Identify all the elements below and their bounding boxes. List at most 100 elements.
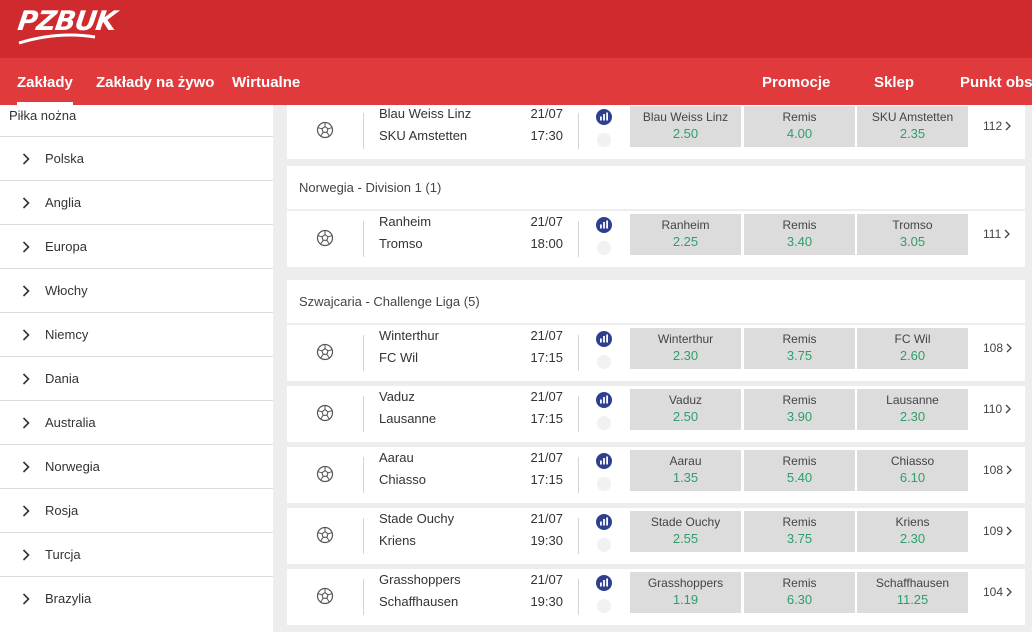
- nav-zaklady[interactable]: Zakłady: [17, 58, 73, 105]
- odd-button[interactable]: Remis 3.75: [744, 328, 855, 369]
- match-row[interactable]: Grasshoppers Schaffhausen 21/07 19:30 Grassh…: [287, 569, 1025, 625]
- nav-sklep[interactable]: Sklep: [874, 58, 914, 105]
- odd-button[interactable]: Winterthur 2.30: [630, 328, 741, 369]
- away-team[interactable]: Chiasso: [379, 472, 426, 487]
- odd-value: 6.30: [786, 592, 813, 607]
- nav-zaklady-na-zywo[interactable]: Zakłady na żywo: [96, 58, 214, 105]
- odd-button[interactable]: Remis 3.90: [744, 389, 855, 430]
- odd-button[interactable]: Vaduz 2.50: [630, 389, 741, 430]
- brand-logo[interactable]: PZBUK: [16, 6, 118, 45]
- more-markets-link[interactable]: 104: [983, 585, 1012, 599]
- home-team[interactable]: Grasshoppers: [379, 572, 461, 587]
- nav-punkt-obslugi[interactable]: Punkt obsł: [960, 58, 1032, 105]
- divider: [363, 518, 364, 554]
- away-team[interactable]: Lausanne: [379, 411, 436, 426]
- live-indicator: [597, 477, 611, 491]
- match-row[interactable]: Vaduz Lausanne 21/07 17:15 Vaduz 2.50 Remis 3.9…: [287, 386, 1025, 442]
- home-team[interactable]: Aarau: [379, 450, 414, 465]
- sidebar-item[interactable]: Turcja: [0, 532, 273, 576]
- odd-value: 6.10: [899, 470, 926, 485]
- sidebar-item[interactable]: Brazylia: [0, 576, 273, 620]
- odd-button[interactable]: FC Wil 2.60: [857, 328, 968, 369]
- more-markets-link[interactable]: 108: [983, 341, 1012, 355]
- odd-button[interactable]: Lausanne 2.30: [857, 389, 968, 430]
- odd-label: Aarau: [669, 454, 702, 468]
- home-team[interactable]: Ranheim: [379, 214, 431, 229]
- odd-button[interactable]: Remis 5.40: [744, 450, 855, 491]
- odd-button[interactable]: Remis 4.00: [744, 106, 855, 147]
- match-row[interactable]: Ranheim Tromso 21/07 18:00 Ranheim 2.25 Remis 3…: [287, 211, 1025, 267]
- nav-wirtualne[interactable]: Wirtualne: [232, 58, 300, 105]
- away-team[interactable]: Kriens: [379, 533, 416, 548]
- away-team[interactable]: Schaffhausen: [379, 594, 458, 609]
- divider: [363, 457, 364, 493]
- stats-icon[interactable]: [596, 514, 612, 530]
- league-name: Norwegia - Division 1 (1): [299, 180, 442, 195]
- sidebar-item-label: Norwegia: [45, 459, 100, 474]
- league-header[interactable]: Szwajcaria - Challenge Liga (5): [287, 280, 1025, 323]
- stats-icon[interactable]: [596, 331, 612, 347]
- markets-count: 109: [983, 524, 1004, 538]
- odd-button[interactable]: SKU Amstetten 2.35: [857, 106, 968, 147]
- match-time: 17:15: [530, 350, 563, 365]
- odd-button[interactable]: Grasshoppers 1.19: [630, 572, 741, 613]
- odd-value: 2.35: [899, 126, 926, 141]
- sidebar-item[interactable]: Norwegia: [0, 444, 273, 488]
- sidebar-item[interactable]: Australia: [0, 400, 273, 444]
- markets-count: 104: [983, 585, 1004, 599]
- live-indicator: [597, 241, 611, 255]
- sidebar-item[interactable]: Rosja: [0, 488, 273, 532]
- stats-icon[interactable]: [596, 109, 612, 125]
- home-team[interactable]: Winterthur: [379, 328, 439, 343]
- match-row[interactable]: Blau Weiss Linz SKU Amstetten 21/07 17:30 Bl…: [287, 105, 1025, 159]
- sidebar-item[interactable]: Polska: [0, 136, 273, 180]
- more-markets-link[interactable]: 110: [983, 402, 1012, 416]
- sidebar-item[interactable]: Włochy: [0, 268, 273, 312]
- more-markets-link[interactable]: 111: [983, 227, 1011, 241]
- odd-button[interactable]: Remis 6.30: [744, 572, 855, 613]
- more-markets-link[interactable]: 109: [983, 524, 1012, 538]
- odd-label: Remis: [782, 218, 817, 232]
- more-markets-link[interactable]: 112: [983, 119, 1012, 133]
- match-row[interactable]: Stade Ouchy Kriens 21/07 19:30 Stade Ouchy 2.…: [287, 508, 1025, 564]
- chevron-right-icon: [1005, 404, 1012, 414]
- odd-button[interactable]: Kriens 2.30: [857, 511, 968, 552]
- odd-button[interactable]: Remis 3.75: [744, 511, 855, 552]
- odd-label: Vaduz: [668, 393, 703, 407]
- odd-button[interactable]: Chiasso 6.10: [857, 450, 968, 491]
- home-team[interactable]: Vaduz: [379, 389, 415, 404]
- sidebar-item[interactable]: Europa: [0, 224, 273, 268]
- away-team[interactable]: Tromso: [379, 236, 423, 251]
- odd-button[interactable]: Remis 3.40: [744, 214, 855, 255]
- home-team[interactable]: Blau Weiss Linz: [379, 106, 471, 121]
- football-icon: [316, 121, 334, 139]
- nav-promocje[interactable]: Promocje: [762, 58, 830, 105]
- match-row[interactable]: Winterthur FC Wil 21/07 17:15 Winterthur 2.30…: [287, 325, 1025, 381]
- odd-button[interactable]: Aarau 1.35: [630, 450, 741, 491]
- chevron-right-icon: [22, 153, 30, 165]
- sidebar-item-label: Anglia: [45, 195, 82, 210]
- sidebar-item[interactable]: Dania: [0, 356, 273, 400]
- odd-button[interactable]: Tromso 3.05: [857, 214, 968, 255]
- live-indicator: [597, 599, 611, 613]
- league-header[interactable]: Norwegia - Division 1 (1): [287, 166, 1025, 209]
- odd-label: Tromso: [892, 218, 933, 232]
- away-team[interactable]: FC Wil: [379, 350, 418, 365]
- odd-value: 3.75: [786, 531, 813, 546]
- logo-swoosh-icon: [18, 33, 96, 45]
- odd-button[interactable]: Schaffhausen 11.25: [857, 572, 968, 613]
- stats-icon[interactable]: [596, 453, 612, 469]
- away-team[interactable]: SKU Amstetten: [379, 128, 467, 143]
- more-markets-link[interactable]: 108: [983, 463, 1012, 477]
- odd-button[interactable]: Ranheim 2.25: [630, 214, 741, 255]
- stats-icon[interactable]: [596, 392, 612, 408]
- home-team[interactable]: Stade Ouchy: [379, 511, 454, 526]
- odd-button[interactable]: Stade Ouchy 2.55: [630, 511, 741, 552]
- stats-icon[interactable]: [596, 217, 612, 233]
- match-row[interactable]: Aarau Chiasso 21/07 17:15 Aarau 1.35 Remis 5.40…: [287, 447, 1025, 503]
- odd-button[interactable]: Blau Weiss Linz 2.50: [630, 106, 741, 147]
- stats-icon[interactable]: [596, 575, 612, 591]
- match-date: 21/07: [530, 214, 563, 229]
- sidebar-item[interactable]: Anglia: [0, 180, 273, 224]
- sidebar-item[interactable]: Niemcy: [0, 312, 273, 356]
